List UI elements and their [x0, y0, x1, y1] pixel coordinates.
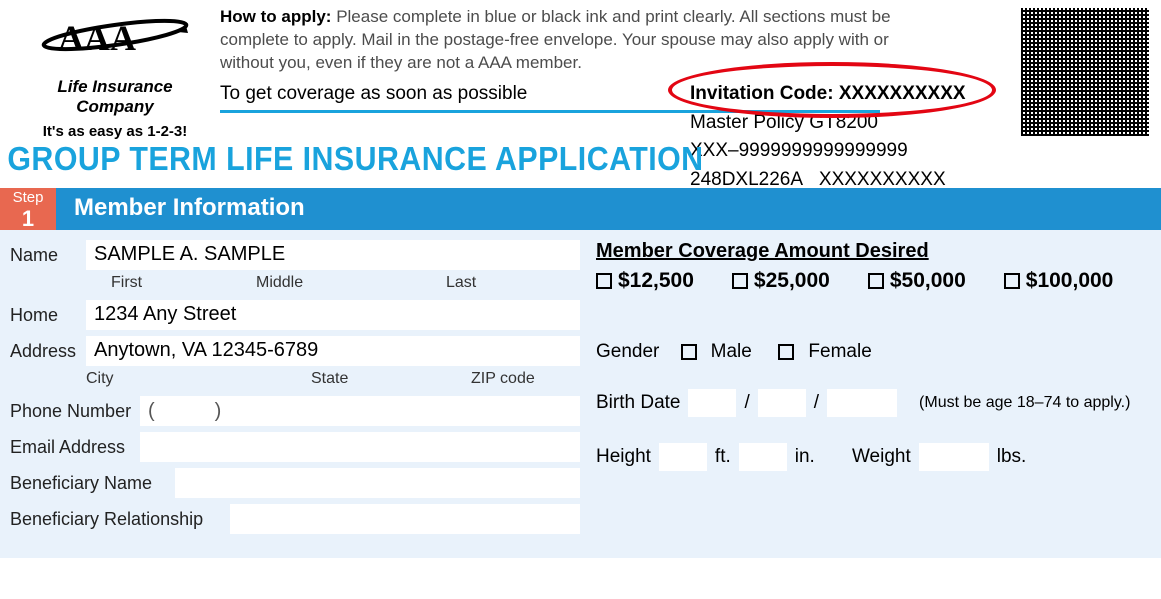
- step-label: Step: [0, 190, 56, 207]
- birth-day-field[interactable]: [758, 389, 806, 417]
- zip-sublabel: ZIP code: [471, 370, 535, 388]
- invitation-code-label: Invitation Code:: [690, 83, 834, 104]
- address-label: Address: [10, 341, 86, 362]
- lbs-label: lbs.: [997, 446, 1027, 468]
- name-label: Name: [10, 245, 86, 266]
- male-checkbox[interactable]: [681, 344, 697, 360]
- in-label: in.: [795, 446, 815, 468]
- beneficiary-name-field[interactable]: [175, 468, 580, 498]
- invitation-code-value: XXXXXXXXXX: [839, 83, 966, 104]
- howto-label: How to apply:: [220, 7, 331, 26]
- master-policy: Master Policy GT8200: [690, 109, 966, 138]
- tagline: It's as easy as 1-2-3!: [10, 123, 220, 140]
- checkbox-icon[interactable]: [1004, 273, 1020, 289]
- company-name-2: Company: [10, 97, 220, 117]
- ft-label: ft.: [715, 446, 731, 468]
- male-label: Male: [711, 341, 752, 363]
- birthdate-label: Birth Date: [596, 392, 680, 414]
- weight-field[interactable]: [919, 443, 989, 471]
- checkbox-icon[interactable]: [868, 273, 884, 289]
- state-sublabel: State: [311, 370, 471, 388]
- company-name-1: Life Insurance: [10, 77, 220, 97]
- last-sublabel: Last: [446, 274, 476, 292]
- city-sublabel: City: [86, 370, 311, 388]
- slash-1: /: [744, 392, 749, 414]
- coverage-option-2[interactable]: $25,000: [732, 269, 830, 293]
- beneficiary-name-label: Beneficiary Name: [10, 473, 175, 494]
- birth-year-field[interactable]: [827, 389, 897, 417]
- beneficiary-relationship-label: Beneficiary Relationship: [10, 509, 230, 530]
- height-in-field[interactable]: [739, 443, 787, 471]
- step-badge: Step 1: [0, 188, 56, 230]
- height-label: Height: [596, 446, 651, 468]
- svg-text:AAA: AAA: [58, 18, 136, 58]
- qr-code-icon: [1021, 8, 1149, 136]
- street-field[interactable]: 1234 Any Street: [86, 300, 580, 330]
- age-note: (Must be age 18–74 to apply.): [919, 394, 1130, 412]
- slash-2: /: [814, 392, 819, 414]
- birth-month-field[interactable]: [688, 389, 736, 417]
- paren-left: (: [148, 400, 155, 423]
- company-logo-block: AAA Life Insurance Company It's as easy …: [10, 6, 220, 140]
- aaa-logo-icon: AAA: [40, 10, 190, 70]
- citystate-field[interactable]: Anytown, VA 12345-6789: [86, 336, 580, 366]
- section-title: Member Information: [56, 188, 1161, 230]
- female-checkbox[interactable]: [778, 344, 794, 360]
- weight-label: Weight: [852, 446, 911, 468]
- checkbox-icon[interactable]: [732, 273, 748, 289]
- height-ft-field[interactable]: [659, 443, 707, 471]
- home-label: Home: [10, 305, 86, 326]
- first-sublabel: First: [86, 274, 256, 292]
- gender-label: Gender: [596, 341, 659, 363]
- phone-field[interactable]: ( ): [140, 396, 580, 426]
- checkbox-icon[interactable]: [596, 273, 612, 289]
- middle-sublabel: Middle: [256, 274, 446, 292]
- coverage-option-3[interactable]: $50,000: [868, 269, 966, 293]
- coverage-option-1[interactable]: $12,500: [596, 269, 694, 293]
- application-title: GROUP TERM LIFE INSURANCE APPLICATION: [0, 140, 1068, 178]
- email-label: Email Address: [10, 437, 140, 458]
- beneficiary-relationship-field[interactable]: [230, 504, 580, 534]
- paren-right: ): [215, 400, 222, 423]
- female-label: Female: [808, 341, 871, 363]
- coverage-option-4[interactable]: $100,000: [1004, 269, 1114, 293]
- phone-label: Phone Number: [10, 401, 140, 422]
- email-field[interactable]: [140, 432, 580, 462]
- step-number: 1: [0, 207, 56, 231]
- name-field[interactable]: SAMPLE A. SAMPLE: [86, 240, 580, 270]
- coverage-heading: Member Coverage Amount Desired: [596, 240, 1147, 263]
